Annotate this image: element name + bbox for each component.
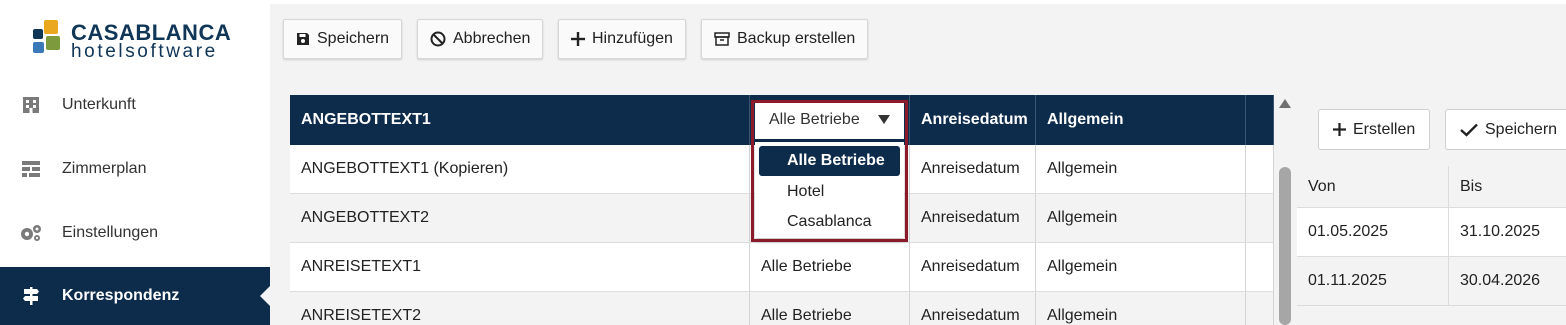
dropdown-option-hotel[interactable]: Hotel [759, 177, 900, 207]
cell-kategorie: Allgemein [1036, 292, 1246, 325]
dropdown-option-alle-betriebe[interactable]: Alle Betriebe [759, 146, 900, 176]
cell-name: ANREISETEXT2 [290, 292, 750, 325]
sidebar-item-zimmerplan[interactable]: Zimmerplan [0, 140, 270, 198]
add-button-label: Hinzufügen [592, 30, 673, 47]
toolbar: Speichern Abbrechen Hinzufügen Backup er… [270, 4, 1566, 74]
cell-kategorie: Allgemein [1036, 243, 1246, 291]
sidebar-item-label: Korrespondenz [62, 287, 180, 304]
save-button-label: Speichern [317, 30, 390, 47]
save-button[interactable]: Speichern [283, 19, 403, 59]
cell-extra [1246, 145, 1274, 193]
table-header-row: Von Bis [1297, 166, 1566, 208]
cell-name: ANREISETEXT1 [290, 243, 750, 291]
sidebar-item-einstellungen[interactable]: Einstellungen [0, 204, 270, 262]
logo-square-blue [33, 42, 44, 53]
floppy-disk-icon [296, 32, 310, 46]
sidebar-item-label: Zimmerplan [62, 160, 147, 177]
table-row[interactable]: 01.05.2025 31.10.2025 [1297, 208, 1566, 257]
grid-scrollbar[interactable] [1274, 95, 1296, 325]
betrieb-select-value: Alle Betriebe [769, 111, 860, 128]
cell-extra [1246, 292, 1274, 325]
building-icon [0, 95, 62, 115]
logo-square-green [46, 36, 60, 50]
cell-kategorie: Allgemein [1036, 194, 1246, 242]
logo-square-navy [33, 29, 43, 39]
room-plan-icon [0, 160, 62, 178]
column-header-bis[interactable]: Bis [1449, 166, 1566, 207]
save-period-button-label: Speichern [1485, 120, 1558, 138]
sidebar-item-label: Einstellungen [62, 224, 159, 241]
sidebar: CASABLANCA hotelsoftware Unterkunft Zimm… [0, 0, 270, 325]
sidebar-item-korrespondenz[interactable]: Korrespondenz [0, 267, 270, 325]
cell-betrieb: Alle Betriebe [750, 292, 910, 325]
backup-button-label: Backup erstellen [737, 30, 856, 47]
cell-bis: 30.04.2026 [1460, 272, 1541, 289]
caret-down-icon [878, 115, 890, 124]
sidebar-item-label: Unterkunft [62, 96, 136, 113]
archive-icon [714, 32, 730, 46]
table-row[interactable]: ANREISETEXT1 Alle Betriebe Anreisedatum … [290, 243, 1274, 292]
signpost-icon [0, 286, 62, 306]
cell-von: 01.11.2025 [1297, 257, 1449, 305]
dropdown-option-casablanca[interactable]: Casablanca [759, 207, 900, 237]
betrieb-dropdown-menu: Alle Betriebe Hotel Casablanca [755, 142, 904, 238]
cell-kategorie: Allgemein [1036, 145, 1246, 193]
table-row[interactable]: 01.11.2025 30.04.2026 [1297, 257, 1566, 306]
betrieb-select[interactable]: Alle Betriebe [755, 101, 904, 139]
plus-icon [571, 32, 585, 46]
checkmark-icon [1460, 123, 1478, 137]
create-button-label: Erstellen [1353, 120, 1416, 138]
cell-extra [1246, 243, 1274, 291]
cell-extra [1246, 95, 1274, 145]
plus-icon [1333, 123, 1346, 136]
cancel-button-label: Abbrechen [453, 30, 531, 47]
add-button[interactable]: Hinzufügen [558, 19, 686, 59]
cell-datum: Anreisedatum [910, 194, 1036, 242]
cell-datum: Anreisedatum [910, 243, 1036, 291]
cell-bis: 31.10.2025 [1460, 223, 1541, 240]
column-header-von[interactable]: Von [1297, 166, 1449, 207]
cell-extra [1246, 194, 1274, 242]
scroll-thumb[interactable] [1279, 167, 1291, 325]
cell-betrieb: Alle Betriebe [750, 243, 910, 291]
cell-name: ANGEBOTTEXT1 [290, 95, 750, 145]
gears-icon [0, 223, 62, 243]
sidebar-item-unterkunft[interactable]: Unterkunft [0, 76, 270, 134]
casablanca-logo: CASABLANCA hotelsoftware [33, 20, 243, 62]
logo-tagline: hotelsoftware [71, 41, 218, 62]
cell-datum: Anreisedatum [910, 292, 1036, 325]
cell-kategorie: Allgemein [1036, 95, 1246, 145]
logo-square-yellow [44, 20, 58, 34]
cell-von: 01.05.2025 [1297, 208, 1449, 256]
ban-icon [430, 31, 446, 47]
cell-datum: Anreisedatum [910, 145, 1036, 193]
cell-name: ANGEBOTTEXT2 [290, 194, 750, 242]
cell-name: ANGEBOTTEXT1 (Kopieren) [290, 145, 750, 193]
create-button[interactable]: Erstellen [1318, 109, 1431, 150]
scroll-up-arrow-icon[interactable] [1279, 99, 1291, 108]
save-period-button[interactable]: Speichern [1445, 109, 1566, 150]
table-row-selected[interactable]: ANGEBOTTEXT1 Anreisedatum Allgemein Alle… [290, 95, 1274, 145]
cell-datum: Anreisedatum [910, 95, 1036, 145]
table-row[interactable]: ANREISETEXT2 Alle Betriebe Anreisedatum … [290, 292, 1274, 325]
cancel-button[interactable]: Abbrechen [417, 19, 544, 59]
backup-button[interactable]: Backup erstellen [701, 19, 869, 59]
